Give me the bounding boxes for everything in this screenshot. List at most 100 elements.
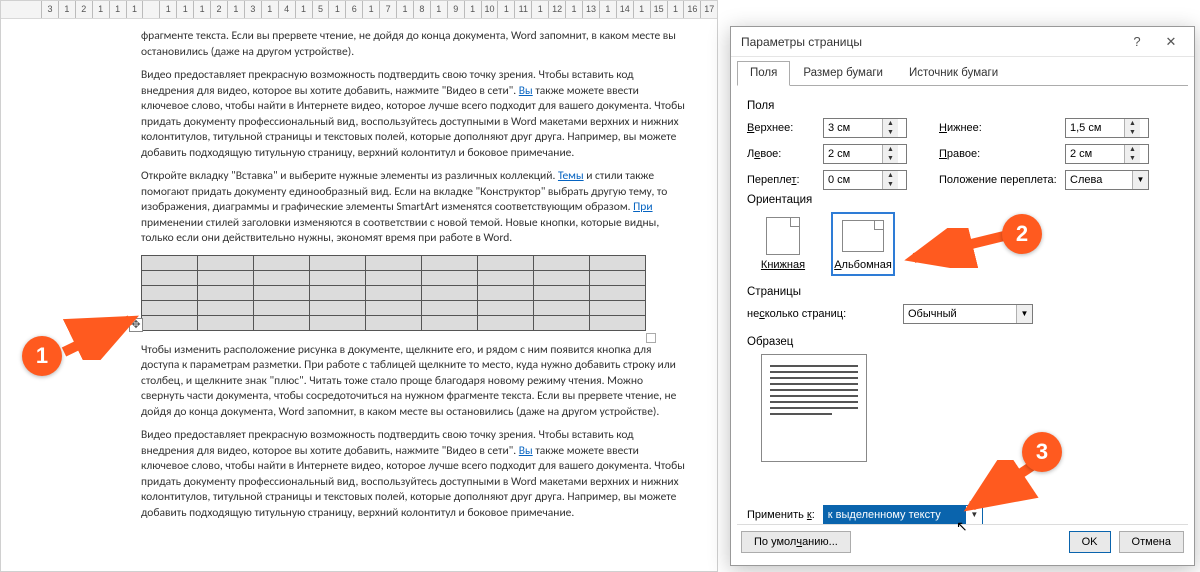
ruler-tick: 9 (447, 1, 464, 18)
hyperlink[interactable]: Вы (519, 444, 533, 458)
input-right-margin[interactable]: ▲▼ (1065, 144, 1149, 164)
ruler-tick: 13 (582, 1, 599, 18)
ruler-tick: 1 (295, 1, 312, 18)
ruler-tick: 1 (497, 1, 514, 18)
ruler-tick: 1 (599, 1, 616, 18)
label-top-margin: Верхнее: (747, 122, 817, 134)
help-button[interactable]: ? (1120, 28, 1154, 56)
label-left-margin: Левое: (747, 148, 817, 160)
ruler-tick (142, 1, 159, 18)
spin-down-icon[interactable]: ▼ (1125, 154, 1140, 163)
ruler-tick: 14 (616, 1, 633, 18)
ruler-tick: 1 (126, 1, 143, 18)
hyperlink[interactable]: Вы (519, 84, 533, 98)
mouse-cursor-icon: ↖ (956, 518, 968, 535)
ruler-tick: 8 (413, 1, 430, 18)
section-preview-title: Образец (747, 336, 1178, 348)
ruler-tick: 16 (683, 1, 700, 18)
label-apply-to: Применить к: (747, 509, 815, 521)
chevron-down-icon: ▼ (1016, 305, 1032, 323)
ruler-tick: 1 (430, 1, 447, 18)
hyperlink[interactable]: Темы (558, 169, 584, 183)
paragraph[interactable]: Видео предоставляет прекрасную возможнос… (141, 68, 687, 161)
ruler-tick: 1 (633, 1, 650, 18)
label-gutter: Переплет: (747, 174, 817, 186)
paragraph[interactable]: Видео предоставляет прекрасную возможнос… (141, 428, 687, 521)
cancel-button[interactable]: Отмена (1119, 531, 1184, 553)
label-right-margin: Правое: (939, 148, 1059, 160)
ruler-tick: 7 (379, 1, 396, 18)
spin-down-icon[interactable]: ▼ (883, 128, 898, 137)
spin-up-icon[interactable]: ▲ (883, 145, 898, 154)
page-setup-dialog: Параметры страницы ? ✕ Поля Размер бумаг… (730, 26, 1195, 566)
dialog-titlebar[interactable]: Параметры страницы ? ✕ (731, 27, 1194, 57)
chevron-down-icon: ▼ (966, 506, 982, 524)
paragraph[interactable]: фрагменте текста. Если вы прервете чтени… (141, 29, 687, 60)
ruler-tick: 1 (464, 1, 481, 18)
section-margins-title: Поля (747, 100, 1178, 112)
spin-down-icon[interactable]: ▼ (1125, 128, 1140, 137)
tab-paper-source[interactable]: Источник бумаги (896, 61, 1011, 86)
ruler-tick: 1 (362, 1, 379, 18)
paragraph[interactable]: Чтобы изменить расположение рисунка в до… (141, 343, 687, 421)
spin-up-icon[interactable]: ▲ (1125, 145, 1140, 154)
orientation-portrait-button[interactable]: Книжная (751, 212, 815, 276)
preview-thumbnail (761, 354, 867, 462)
ruler-tick: 2 (75, 1, 92, 18)
ruler-tick: 5 (312, 1, 329, 18)
input-gutter[interactable]: ▲▼ (823, 170, 907, 190)
ruler-tick: 1 (159, 1, 176, 18)
ruler-tick: 2 (210, 1, 227, 18)
tab-fields[interactable]: Поля (737, 61, 790, 86)
table-move-handle-icon[interactable]: ✥ (129, 318, 143, 332)
ruler-tick: 12 (548, 1, 565, 18)
combo-multiple-pages[interactable]: Обычный▼ (903, 304, 1033, 324)
default-button[interactable]: По умолчанию... (741, 531, 851, 553)
ruler-tick: 1 (92, 1, 109, 18)
input-left-margin[interactable]: ▲▼ (823, 144, 907, 164)
label-multiple-pages: несколько страниц: (747, 308, 897, 320)
ruler-tick: 1 (193, 1, 210, 18)
ruler-tick: 1 (328, 1, 345, 18)
word-document-area: 3121111112131415161718191101111121131141… (0, 0, 718, 572)
tab-paper-size[interactable]: Размер бумаги (790, 61, 896, 86)
callout-3: 3 (1022, 432, 1062, 472)
spin-up-icon[interactable]: ▲ (883, 119, 898, 128)
document-page[interactable]: фрагменте текста. Если вы прервете чтени… (1, 19, 717, 571)
ruler-tick: 10 (481, 1, 498, 18)
tab-panel-fields: Поля Верхнее: ▲▼ Нижнее: ▲▼ Левое: ▲▼ Пр… (737, 85, 1188, 533)
chevron-down-icon: ▼ (1132, 171, 1148, 189)
ruler-tick: 1 (58, 1, 75, 18)
table-resize-handle-icon[interactable] (646, 333, 656, 343)
ok-button[interactable]: OK (1069, 531, 1111, 553)
ruler-tick: 3 (244, 1, 261, 18)
callout-1: 1 (22, 336, 62, 376)
ruler-tick: 17 (700, 1, 717, 18)
callout-2: 2 (1002, 214, 1042, 254)
close-button[interactable]: ✕ (1154, 28, 1188, 56)
combo-gutter-position[interactable]: Слева▼ (1065, 170, 1149, 190)
portrait-page-icon (766, 217, 800, 255)
ruler-tick: 1 (531, 1, 548, 18)
hyperlink[interactable]: При (633, 200, 652, 214)
input-top-margin[interactable]: ▲▼ (823, 118, 907, 138)
orientation-landscape-button[interactable]: Альбомная (831, 212, 895, 276)
horizontal-ruler[interactable]: 3121111112131415161718191101111121131141… (1, 1, 717, 19)
spin-down-icon[interactable]: ▼ (883, 154, 898, 163)
label-bottom-margin: Нижнее: (939, 122, 1059, 134)
document-table[interactable] (141, 255, 646, 331)
ruler-tick: 1 (109, 1, 126, 18)
ruler-tick: 1 (396, 1, 413, 18)
ruler-tick: 4 (278, 1, 295, 18)
ruler-tick: 15 (650, 1, 667, 18)
landscape-page-icon (842, 220, 884, 252)
spin-up-icon[interactable]: ▲ (883, 171, 898, 180)
section-orientation-title: Ориентация (747, 194, 1178, 206)
ruler-tick: 1 (565, 1, 582, 18)
spin-up-icon[interactable]: ▲ (1125, 119, 1140, 128)
input-bottom-margin[interactable]: ▲▼ (1065, 118, 1149, 138)
section-pages-title: Страницы (747, 286, 1178, 298)
ruler-tick: 11 (514, 1, 531, 18)
spin-down-icon[interactable]: ▼ (883, 180, 898, 189)
paragraph[interactable]: Откройте вкладку "Вставка" и выберите ну… (141, 169, 687, 247)
